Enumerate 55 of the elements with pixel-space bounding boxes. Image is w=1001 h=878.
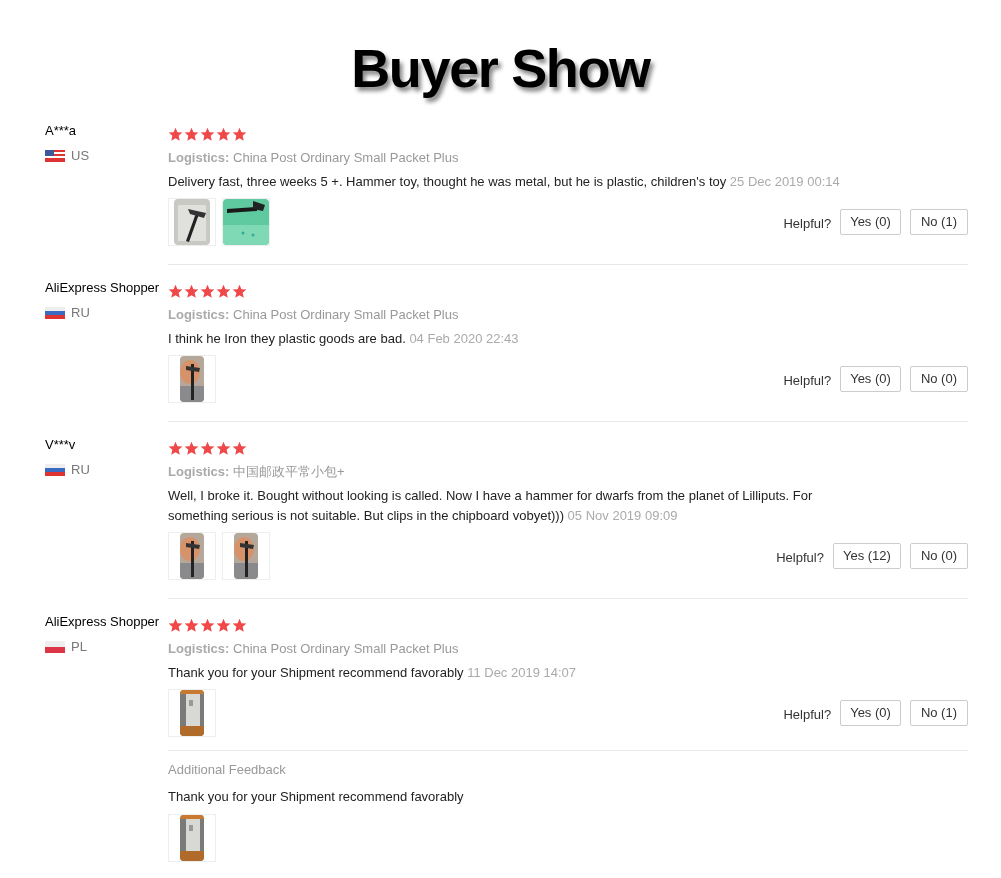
star-icon — [200, 283, 215, 299]
helpful-label: Helpful? — [783, 706, 832, 725]
star-icon — [184, 126, 199, 142]
yes-vote-button[interactable]: Yes (0) — [840, 209, 901, 235]
star-icon — [200, 440, 215, 456]
review-comment: I think he Iron they plastic goods are bad. 04 Feb 2020 22:43 — [168, 330, 519, 348]
no-vote-button[interactable]: No (1) — [909, 700, 968, 726]
yes-vote-button[interactable]: Yes (0) — [840, 366, 901, 392]
country-code: US — [71, 147, 90, 165]
reviewer-name: AliExpress Shopper — [45, 279, 161, 297]
logistics-info: Logistics: China Post Ordinary Small Packet Plus — [168, 149, 460, 167]
star-icon — [232, 126, 247, 142]
helpful-label: Helpful? — [783, 215, 832, 234]
star-icon — [216, 440, 231, 456]
star-icon — [168, 283, 183, 299]
country-code: RU — [71, 304, 90, 322]
country-code: RU — [71, 461, 90, 479]
star-icon — [184, 617, 199, 633]
star-icon — [200, 126, 215, 142]
yes-vote-button[interactable]: Yes (12) — [832, 543, 901, 569]
review-comment: Well, I broke it. Bought without looking is called. Now I have a hammer for dwarfs from the planet of Lilliputs. For something serious is not suitable. But clips in the chipboard vobyet))) 05 Nov 2019 09:09 — [168, 487, 814, 525]
review-comment: Thank you for your Shipment recommend favorably 11 Dec 2019 14:07 — [168, 664, 577, 682]
additional-feedback-label: Additional Feedback — [168, 761, 287, 779]
country-code: PL — [71, 638, 87, 656]
star-icon — [216, 617, 231, 633]
helpful-label: Helpful? — [783, 372, 832, 391]
review-comment: Delivery fast, three weeks 5 +. Hammer toy, thought he was metal, but he is plastic, children's toy 25 Dec 2019 00:14 — [168, 173, 840, 191]
reviewer-name: A***a — [45, 122, 78, 140]
star-icon — [168, 617, 183, 633]
no-vote-button[interactable]: No (1) — [909, 209, 968, 235]
star-icon — [216, 283, 231, 299]
flag-icon — [45, 306, 65, 319]
star-icon — [184, 283, 199, 299]
flag-icon — [45, 640, 65, 653]
star-icon — [168, 440, 183, 456]
star-icon — [168, 126, 183, 142]
yes-vote-button[interactable]: Yes (0) — [840, 700, 901, 726]
logistics-info: Logistics: China Post Ordinary Small Packet Plus — [168, 640, 460, 658]
star-icon — [184, 440, 199, 456]
helpful-label: Helpful? — [776, 549, 824, 568]
star-icon — [232, 283, 247, 299]
reviewer-name: AliExpress Shopper — [45, 613, 161, 631]
star-icon — [216, 126, 231, 142]
star-icon — [232, 440, 247, 456]
reviewer-name: V***v — [45, 436, 77, 454]
logistics-info: Logistics: 中国邮政平常小包+ — [168, 463, 346, 481]
page-title: Buyer Show — [351, 37, 650, 100]
star-icon — [200, 617, 215, 633]
no-vote-button[interactable]: No (0) — [909, 366, 968, 392]
no-vote-button[interactable]: No (0) — [909, 543, 968, 569]
flag-icon — [45, 149, 65, 162]
logistics-info: Logistics: China Post Ordinary Small Packet Plus — [168, 306, 460, 324]
flag-icon — [45, 463, 65, 476]
additional-comment: Thank you for your Shipment recommend favorably — [168, 788, 465, 806]
star-icon — [232, 617, 247, 633]
